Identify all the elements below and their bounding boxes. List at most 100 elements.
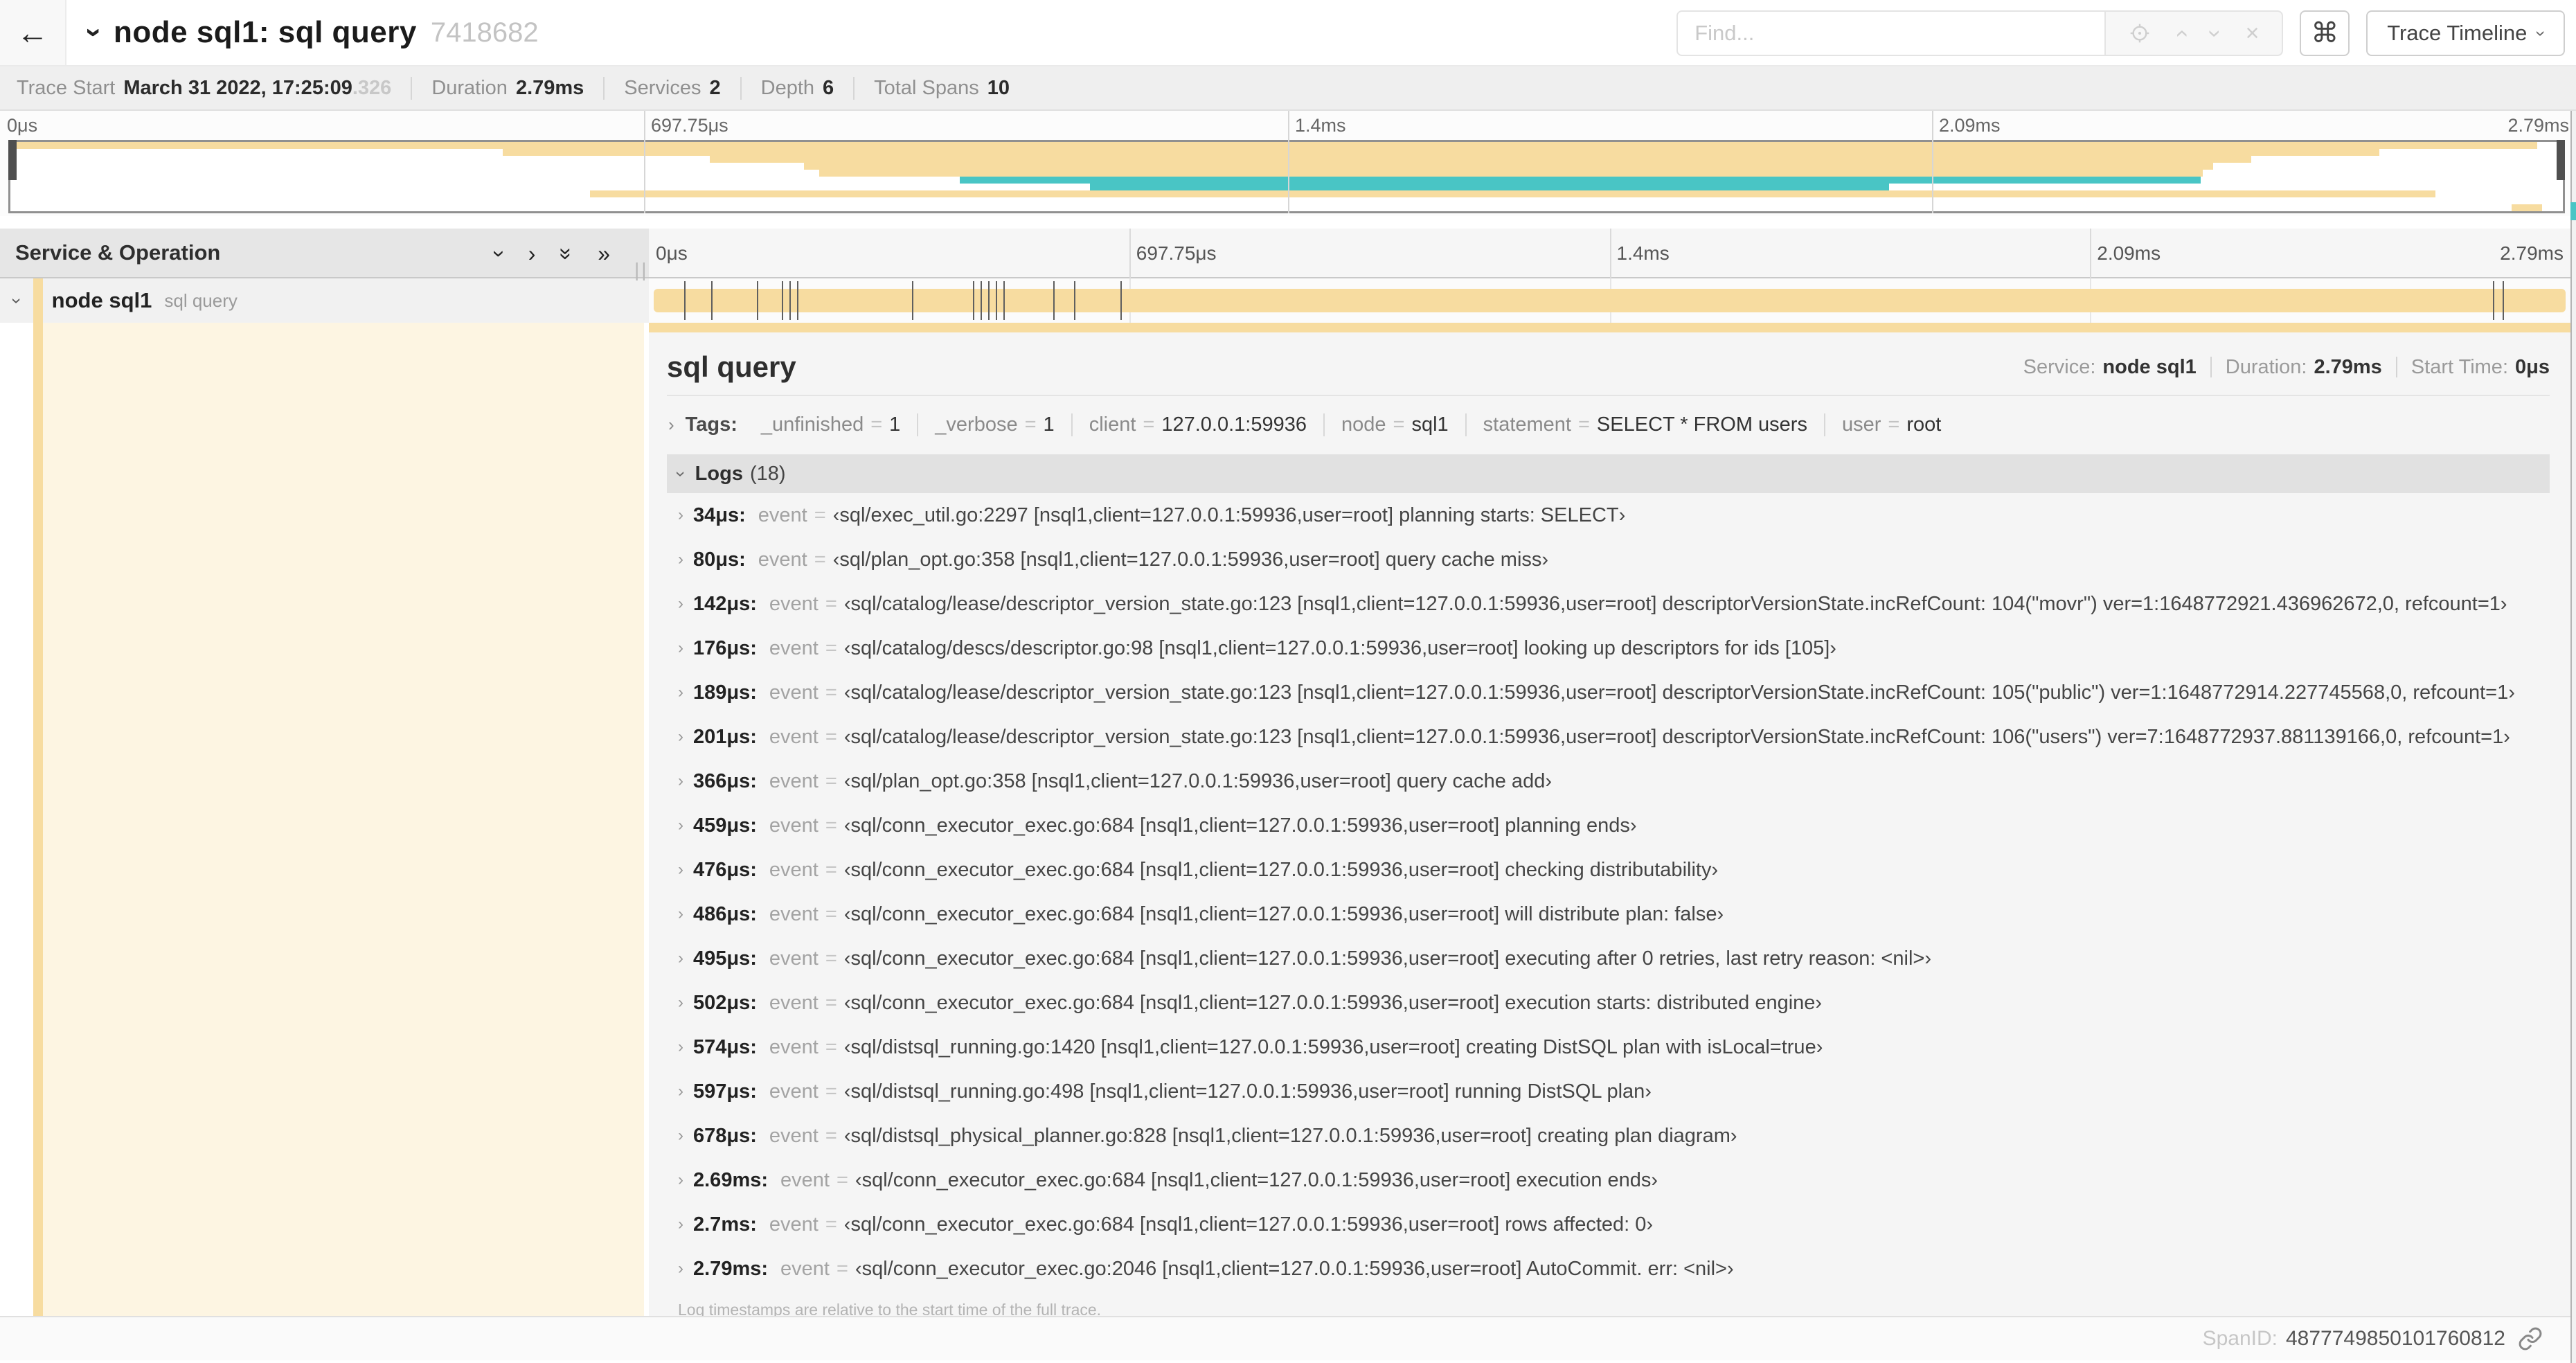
minimap-ruler-tick: 1.4ms: [1288, 111, 1346, 213]
tags-expand-chevron-icon[interactable]: ›: [668, 414, 674, 436]
log-row[interactable]: › 597μs: event = ‹sql/distsql_running.go…: [667, 1069, 2550, 1114]
find-prev-icon[interactable]: ›: [2167, 29, 2194, 37]
log-message: ‹sql/distsql_running.go:1420 [nsql1,clie…: [843, 1035, 1823, 1058]
tag-key: client: [1089, 413, 1136, 436]
find-clear-icon[interactable]: ×: [2246, 20, 2260, 47]
log-marker: [911, 281, 913, 320]
divider: [667, 395, 2550, 396]
ruler-tick: 697.75μs: [1129, 229, 1217, 278]
trace-info-label: Duration: [431, 76, 508, 99]
log-row[interactable]: › 189μs: event = ‹sql/catalog/lease/desc…: [667, 670, 2550, 715]
log-row[interactable]: › 486μs: event = ‹sql/conn_executor_exec…: [667, 892, 2550, 936]
log-timestamp: 2.7ms:: [693, 1213, 757, 1236]
back-button[interactable]: ←: [0, 0, 66, 65]
log-expand-chevron-icon[interactable]: ›: [678, 860, 683, 880]
locate-icon[interactable]: [2129, 22, 2151, 44]
log-event-key: event: [780, 1168, 830, 1191]
back-arrow-icon: ←: [17, 15, 48, 51]
log-expand-chevron-icon[interactable]: ›: [678, 816, 683, 835]
log-message: ‹sql/conn_executor_exec.go:684 [nsql1,cl…: [855, 1168, 1658, 1191]
tag-key: node: [1341, 413, 1386, 436]
minimap-span-bar: [1090, 184, 1889, 190]
detail-left-fill: [43, 323, 644, 1316]
log-expand-chevron-icon[interactable]: ›: [678, 1215, 683, 1234]
log-expand-chevron-icon[interactable]: ›: [678, 1170, 683, 1190]
log-timestamp: 189μs:: [693, 681, 757, 704]
log-marker: [1074, 281, 1076, 320]
column-resize-handle[interactable]: ||: [634, 259, 649, 281]
find-next-icon[interactable]: ›: [2201, 29, 2228, 37]
log-expand-chevron-icon[interactable]: ›: [678, 1259, 683, 1279]
log-expand-chevron-icon[interactable]: ›: [678, 993, 683, 1013]
collapse-trace-chevron-icon[interactable]: ›: [78, 28, 111, 37]
logs-header[interactable]: › Logs (18): [667, 454, 2550, 493]
log-equals: =: [825, 1124, 837, 1147]
tags-label: Tags:: [685, 413, 737, 436]
log-row[interactable]: › 476μs: event = ‹sql/conn_executor_exec…: [667, 848, 2550, 892]
log-expand-chevron-icon[interactable]: ›: [678, 1037, 683, 1057]
log-equals: =: [825, 814, 837, 837]
log-marker: [973, 281, 975, 320]
log-expand-chevron-icon[interactable]: ›: [678, 639, 683, 658]
log-row[interactable]: › 502μs: event = ‹sql/conn_executor_exec…: [667, 981, 2550, 1025]
keyboard-shortcuts-button[interactable]: ⌘: [2300, 10, 2350, 56]
log-expand-chevron-icon[interactable]: ›: [678, 772, 683, 791]
trace-timeline-view-button[interactable]: Trace Timeline ›: [2366, 10, 2565, 56]
log-equals: =: [825, 1035, 837, 1058]
log-row[interactable]: › 80μs: event = ‹sql/plan_opt.go:358 [ns…: [667, 537, 2550, 582]
tags-row[interactable]: › Tags: _unfinished = 1 _verbose = 1 cli…: [667, 409, 2550, 440]
deep-link-icon[interactable]: [2518, 1326, 2543, 1351]
tag-item: node = sql1: [1323, 413, 1465, 436]
span-row-service[interactable]: › node sql1 sql query: [0, 278, 649, 323]
log-equals: =: [825, 858, 837, 881]
span-duration-bar[interactable]: [653, 281, 2566, 320]
span-id-bar: SpanID: 4877749850101760812: [0, 1316, 2576, 1360]
expand-one-icon[interactable]: ›: [528, 241, 536, 267]
scrollbar-track[interactable]: [2570, 111, 2576, 1363]
logs-block: › Logs (18) › 34μs: event = ‹sql/exec_ut…: [667, 454, 2550, 1316]
log-expand-chevron-icon[interactable]: ›: [678, 1126, 683, 1146]
minimap-ruler-tick: 2.09ms: [1932, 111, 2001, 213]
log-timestamp: 80μs:: [693, 548, 746, 571]
log-row[interactable]: › 459μs: event = ‹sql/conn_executor_exec…: [667, 803, 2550, 848]
log-expand-chevron-icon[interactable]: ›: [678, 594, 683, 614]
log-expand-chevron-icon[interactable]: ›: [678, 949, 683, 968]
log-timestamp: 597μs:: [693, 1080, 757, 1103]
log-row[interactable]: › 2.79ms: event = ‹sql/conn_executor_exe…: [667, 1247, 2550, 1291]
log-event-key: event: [769, 902, 819, 925]
expand-all-icon[interactable]: »: [598, 241, 610, 267]
collapse-one-icon[interactable]: ›: [487, 250, 512, 258]
log-row[interactable]: › 142μs: event = ‹sql/catalog/lease/desc…: [667, 582, 2550, 626]
collapse-all-icon[interactable]: »: [554, 247, 580, 260]
service-name: node sql1: [51, 288, 152, 312]
log-row[interactable]: › 574μs: event = ‹sql/distsql_running.go…: [667, 1025, 2550, 1069]
log-expand-chevron-icon[interactable]: ›: [678, 727, 683, 747]
log-equals: =: [825, 1080, 837, 1103]
log-row[interactable]: › 2.69ms: event = ‹sql/conn_executor_exe…: [667, 1158, 2550, 1202]
log-expand-chevron-icon[interactable]: ›: [678, 1082, 683, 1101]
log-row[interactable]: › 176μs: event = ‹sql/catalog/descs/desc…: [667, 626, 2550, 670]
log-row[interactable]: › 678μs: event = ‹sql/distsql_physical_p…: [667, 1114, 2550, 1158]
log-row[interactable]: › 366μs: event = ‹sql/plan_opt.go:358 [n…: [667, 759, 2550, 803]
log-row[interactable]: › 34μs: event = ‹sql/exec_util.go:2297 […: [667, 493, 2550, 537]
minimap-canvas[interactable]: [8, 140, 2565, 213]
log-expand-chevron-icon[interactable]: ›: [678, 905, 683, 924]
tag-item: _unfinished = 1: [744, 413, 917, 436]
tag-equals: =: [1393, 413, 1405, 436]
log-expand-chevron-icon[interactable]: ›: [678, 506, 683, 525]
minimap-ruler-tick: 0μs: [0, 111, 37, 213]
trace-info-value: 2: [709, 76, 721, 99]
span-collapse-chevron-icon[interactable]: ›: [6, 298, 28, 304]
logs-collapse-chevron-icon[interactable]: ›: [670, 471, 692, 477]
log-expand-chevron-icon[interactable]: ›: [678, 550, 683, 569]
log-row[interactable]: › 201μs: event = ‹sql/catalog/lease/desc…: [667, 715, 2550, 759]
minimap-tick-label: 2.79ms: [2507, 115, 2569, 136]
find-input[interactable]: [1676, 10, 2107, 56]
log-equals: =: [836, 1168, 848, 1191]
log-timestamp: 366μs:: [693, 769, 757, 792]
log-row[interactable]: › 495μs: event = ‹sql/conn_executor_exec…: [667, 936, 2550, 981]
log-expand-chevron-icon[interactable]: ›: [678, 683, 683, 702]
log-message: ‹sql/distsql_physical_planner.go:828 [ns…: [843, 1124, 1737, 1147]
log-event-key: event: [769, 725, 819, 748]
log-row[interactable]: › 2.7ms: event = ‹sql/conn_executor_exec…: [667, 1202, 2550, 1247]
